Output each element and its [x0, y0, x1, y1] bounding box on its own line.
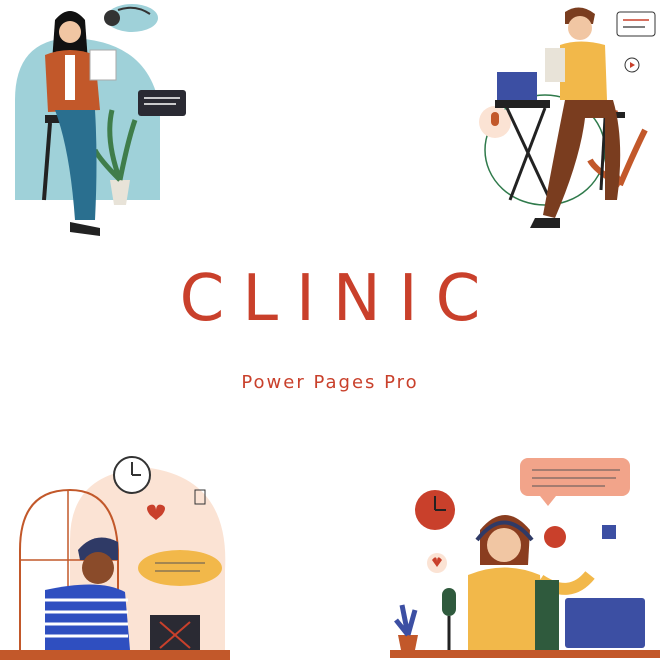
man-at-laptop-icon: [0, 456, 230, 660]
brand-title: CLINIC: [179, 262, 499, 336]
man-podcasting-microphone-icon: [479, 7, 656, 228]
brand-subtitle: Power Pages Pro: [241, 372, 419, 393]
woman-podcasting-laptop-icon: [390, 458, 660, 658]
woman-reading-podcast-icon: [15, 4, 186, 236]
